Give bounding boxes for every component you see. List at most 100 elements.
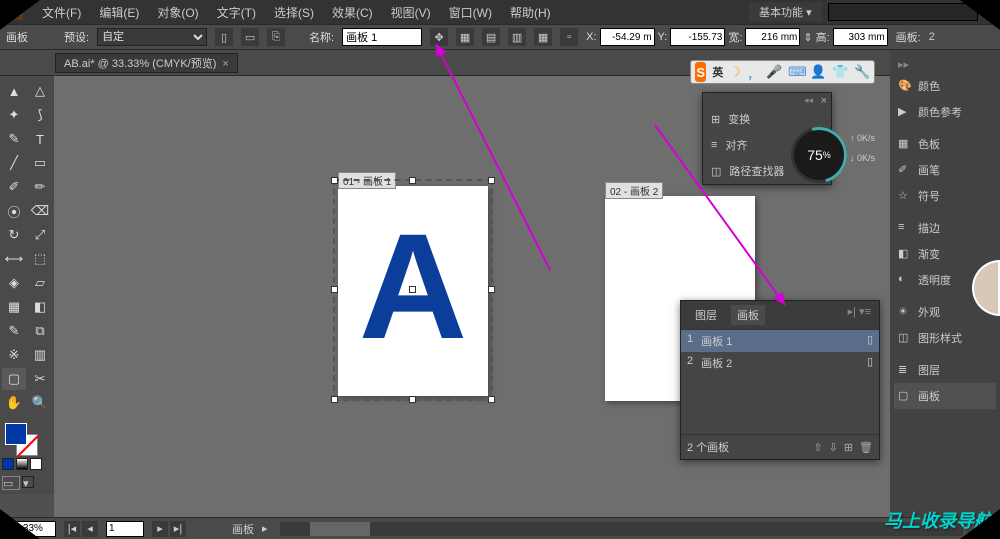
slice-tool-icon[interactable]: ✂ — [28, 368, 52, 390]
network-gauge[interactable]: 75% — [791, 127, 847, 183]
reference-point-icon[interactable]: ▫ — [560, 28, 578, 46]
perspective-tool-icon[interactable]: ▱ — [28, 272, 52, 294]
fill-color-icon[interactable] — [5, 423, 27, 445]
orientation-landscape-icon[interactable]: ▭ — [241, 28, 259, 46]
move-down-icon[interactable]: ⇩ — [829, 441, 838, 454]
menu-edit[interactable]: 编辑(E) — [91, 4, 147, 21]
menu-effect[interactable]: 效果(C) — [324, 4, 381, 21]
panel-artboards[interactable]: ▢画板 — [894, 383, 996, 409]
last-artboard-icon[interactable]: ▸| — [170, 521, 186, 537]
grid3-icon[interactable]: ▥ — [508, 28, 526, 46]
artboard-row-1[interactable]: 1 画板 1 ▯ — [681, 330, 879, 352]
blend-tool-icon[interactable]: ⧉ — [28, 320, 52, 342]
artboard-index-input[interactable] — [106, 521, 144, 537]
scrollbar-thumb[interactable] — [310, 522, 370, 536]
resize-handle-sw[interactable] — [331, 396, 338, 403]
row-orient-icon[interactable]: ▯ — [867, 355, 873, 371]
ime-comma-icon[interactable]: ， — [747, 64, 760, 80]
panel-graphic-styles[interactable]: ◫图形样式 — [894, 325, 996, 351]
search-input[interactable] — [828, 3, 978, 21]
panel-color[interactable]: 🎨颜色 — [894, 73, 996, 99]
horizontal-scrollbar[interactable] — [280, 522, 963, 536]
scale-tool-icon[interactable]: ⤢ — [28, 224, 52, 246]
grid4-icon[interactable]: ▦ — [534, 28, 552, 46]
rotate-tool-icon[interactable]: ↻ — [2, 224, 26, 246]
workspace-switcher[interactable]: 基本功能 ▾ — [749, 2, 822, 22]
color-mode-solid-icon[interactable] — [2, 458, 14, 470]
width-tool-icon[interactable]: ⟷ — [2, 248, 26, 270]
rectangle-tool-icon[interactable]: ▭ — [28, 152, 52, 174]
link-wh-icon[interactable]: ⇕ — [803, 31, 812, 44]
resize-handle-nw[interactable] — [331, 177, 338, 184]
color-mode-gradient-icon[interactable] — [16, 458, 28, 470]
preset-select[interactable]: 自定 — [97, 28, 207, 46]
panel-color-guide[interactable]: ▶颜色参考 — [894, 99, 996, 125]
resize-handle-s[interactable] — [409, 396, 416, 403]
column-collapse-icon[interactable]: ▸▸ — [894, 56, 996, 73]
shape-builder-tool-icon[interactable]: ◈ — [2, 272, 26, 294]
next-artboard-icon[interactable]: ▸ — [152, 521, 168, 537]
artboard-1[interactable]: 01 - 画板 1 A — [338, 186, 488, 396]
y-input[interactable] — [670, 28, 725, 46]
grid2-icon[interactable]: ▤ — [482, 28, 500, 46]
graph-tool-icon[interactable]: ▥ — [28, 344, 52, 366]
layers-tab[interactable]: 图层 — [689, 305, 723, 325]
link-icon[interactable]: ⎘ — [267, 28, 285, 46]
selection-tool-icon[interactable]: ▲ — [2, 80, 26, 102]
w-input[interactable] — [745, 28, 800, 46]
ime-mic-icon[interactable]: 🎤 — [766, 64, 782, 80]
tool-dropdown-icon[interactable]: ▸ — [262, 522, 268, 535]
orientation-portrait-icon[interactable]: ▯ — [215, 28, 233, 46]
menu-select[interactable]: 选择(S) — [266, 4, 322, 21]
move-up-icon[interactable]: ⇧ — [813, 441, 822, 454]
gradient-tool-icon[interactable]: ◧ — [28, 296, 52, 318]
ime-badge-icon[interactable]: S — [695, 62, 706, 82]
line-tool-icon[interactable]: ╱ — [2, 152, 26, 174]
move-copy-icon[interactable]: ✥ — [430, 28, 448, 46]
magic-wand-tool-icon[interactable]: ✦ — [2, 104, 26, 126]
artboards-panel[interactable]: 图层 画板 ▸| ▾≡ 1 画板 1 ▯ 2 画板 2 ▯ 2 个画板 ⇧ ⇩ … — [680, 300, 880, 460]
free-transform-tool-icon[interactable]: ⬚ — [28, 248, 52, 270]
brush-tool-icon[interactable]: ✐ — [2, 176, 26, 198]
panel-stroke[interactable]: ≡描边 — [894, 215, 996, 241]
ime-toolbar[interactable]: S 英 ☽ ， 🎤 ⌨ 👤 👕 🔧 — [690, 60, 875, 84]
h-input[interactable] — [833, 28, 888, 46]
mesh-tool-icon[interactable]: ▦ — [2, 296, 26, 318]
menu-object[interactable]: 对象(O) — [149, 4, 206, 21]
row-orient-icon[interactable]: ▯ — [867, 333, 873, 349]
eraser-tool-icon[interactable]: ⌫ — [28, 200, 52, 222]
panel-close-icon[interactable]: × — [821, 95, 827, 107]
artboards-tab[interactable]: 画板 — [731, 305, 765, 325]
resize-handle-w[interactable] — [331, 286, 338, 293]
lasso-tool-icon[interactable]: ⟆ — [28, 104, 52, 126]
color-mode-none-icon[interactable] — [30, 458, 42, 470]
symbol-sprayer-tool-icon[interactable]: ※ — [2, 344, 26, 366]
pen-tool-icon[interactable]: ✎ — [2, 128, 26, 150]
screen-mode-icon[interactable]: ▭ — [2, 476, 20, 490]
ime-keyboard-icon[interactable]: ⌨ — [788, 64, 804, 80]
type-tool-icon[interactable]: T — [28, 128, 52, 150]
menu-window[interactable]: 窗口(W) — [441, 4, 500, 21]
resize-handle-e[interactable] — [488, 286, 495, 293]
change-screen-icon[interactable]: ▾ — [22, 476, 34, 488]
eyedropper-tool-icon[interactable]: ✎ — [2, 320, 26, 342]
artboard-row-2[interactable]: 2 画板 2 ▯ — [681, 352, 879, 374]
menu-help[interactable]: 帮助(H) — [502, 4, 559, 21]
menu-type[interactable]: 文字(T) — [209, 4, 264, 21]
zoom-tool-icon[interactable]: 🔍 — [28, 392, 52, 414]
panel-brushes[interactable]: ✐画笔 — [894, 157, 996, 183]
menu-file[interactable]: 文件(F) — [34, 4, 89, 21]
ime-settings-icon[interactable]: 🔧 — [854, 64, 870, 80]
x-input[interactable] — [600, 28, 655, 46]
pencil-tool-icon[interactable]: ✏ — [28, 176, 52, 198]
document-tab[interactable]: AB.ai* @ 33.33% (CMYK/预览)× — [55, 53, 238, 73]
ime-person-icon[interactable]: 👤 — [810, 64, 826, 80]
new-artboard-icon[interactable]: ⊞ — [844, 441, 853, 454]
ime-lang[interactable]: 英 — [712, 64, 723, 80]
ime-skin-icon[interactable]: 👕 — [832, 64, 848, 80]
artboard-tool-icon[interactable]: ▢ — [2, 368, 26, 390]
resize-handle-n[interactable] — [409, 177, 416, 184]
color-swatch[interactable] — [2, 420, 52, 456]
menu-view[interactable]: 视图(V) — [383, 4, 439, 21]
ime-moon-icon[interactable]: ☽ — [729, 64, 741, 80]
